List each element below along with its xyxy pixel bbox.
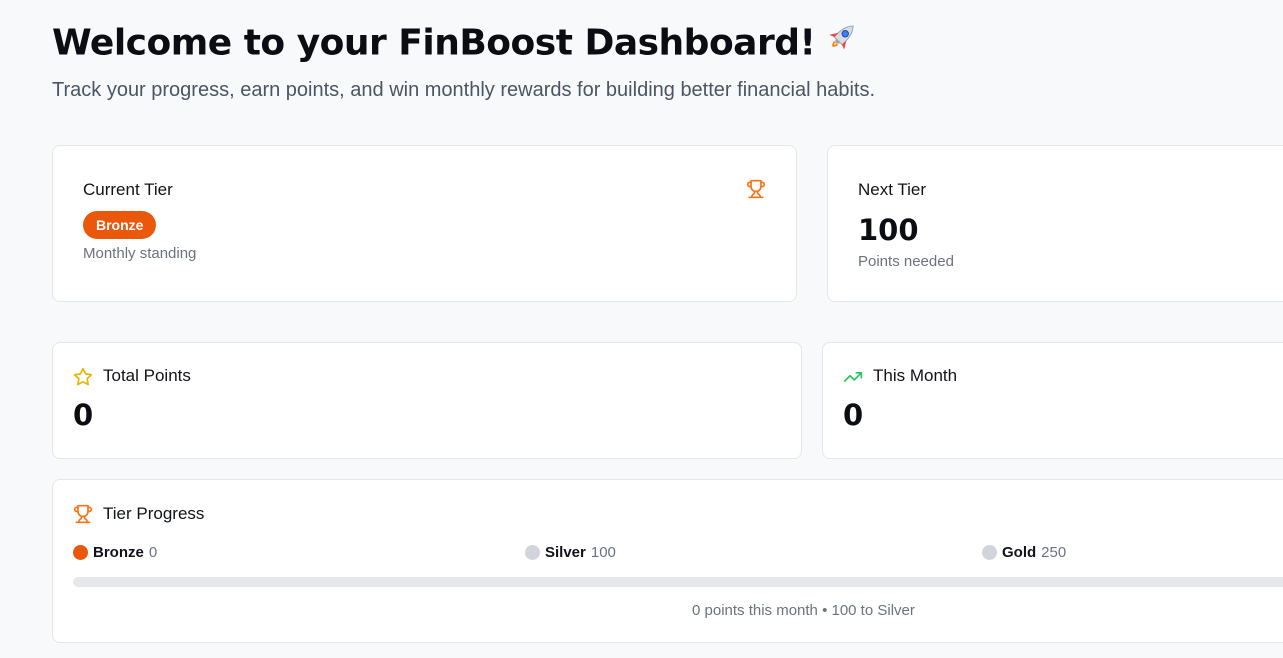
dashboard-page: Welcome to your FinBoost Dashboard! Trac… (0, 0, 1283, 658)
page-title: Welcome to your FinBoost Dashboard! (52, 18, 861, 71)
this-month-label: This Month (873, 366, 958, 385)
tier-name: Bronze (93, 543, 144, 561)
next-tier-card: Next Tier 100 Points needed (827, 145, 1283, 302)
tier-points: 0 (148, 543, 158, 561)
bronze-dot (73, 544, 88, 560)
next-tier-caption: Points needed (858, 253, 954, 270)
page-subtitle: Track your progress, earn points, and wi… (52, 79, 875, 101)
total-points-value: 0 (73, 398, 94, 432)
tier-points: 100 (590, 543, 616, 561)
total-points-card: Total Points 0 (52, 342, 802, 459)
page-title-text: Welcome to your FinBoost Dashboard! (52, 22, 816, 64)
gold-dot (982, 544, 997, 560)
total-points-label: Total Points (103, 366, 191, 385)
rocket-icon (821, 18, 861, 71)
tier-progress-bar (73, 577, 1283, 587)
tier-marker-silver: Silver 100 (525, 541, 616, 563)
trophy-icon (73, 504, 93, 529)
tier-name: Gold (1002, 543, 1037, 561)
trending-up-icon (843, 367, 863, 392)
tier-progress-caption: 0 points this month • 100 to Silver (692, 602, 915, 619)
current-tier-label: Current Tier (83, 180, 173, 199)
star-icon (73, 367, 93, 392)
tier-badge: Bronze (83, 211, 157, 239)
tier-progress-label: Tier Progress (103, 504, 205, 523)
tier-points: 250 (1041, 543, 1067, 561)
next-tier-value: 100 (858, 213, 919, 247)
trophy-icon (746, 179, 766, 204)
current-tier-caption: Monthly standing (83, 245, 197, 262)
tier-name: Silver (545, 543, 586, 561)
this-month-value: 0 (843, 398, 864, 432)
tier-progress-card: Tier Progress (52, 479, 1283, 643)
current-tier-card: Current Tier Bronze Monthly standing (52, 145, 797, 302)
silver-dot (525, 544, 540, 560)
next-tier-label: Next Tier (858, 180, 927, 199)
tier-marker-bronze: Bronze 0 (73, 541, 157, 563)
this-month-card: This Month 0 (822, 342, 1283, 459)
tier-marker-gold: Gold 250 (982, 541, 1066, 563)
